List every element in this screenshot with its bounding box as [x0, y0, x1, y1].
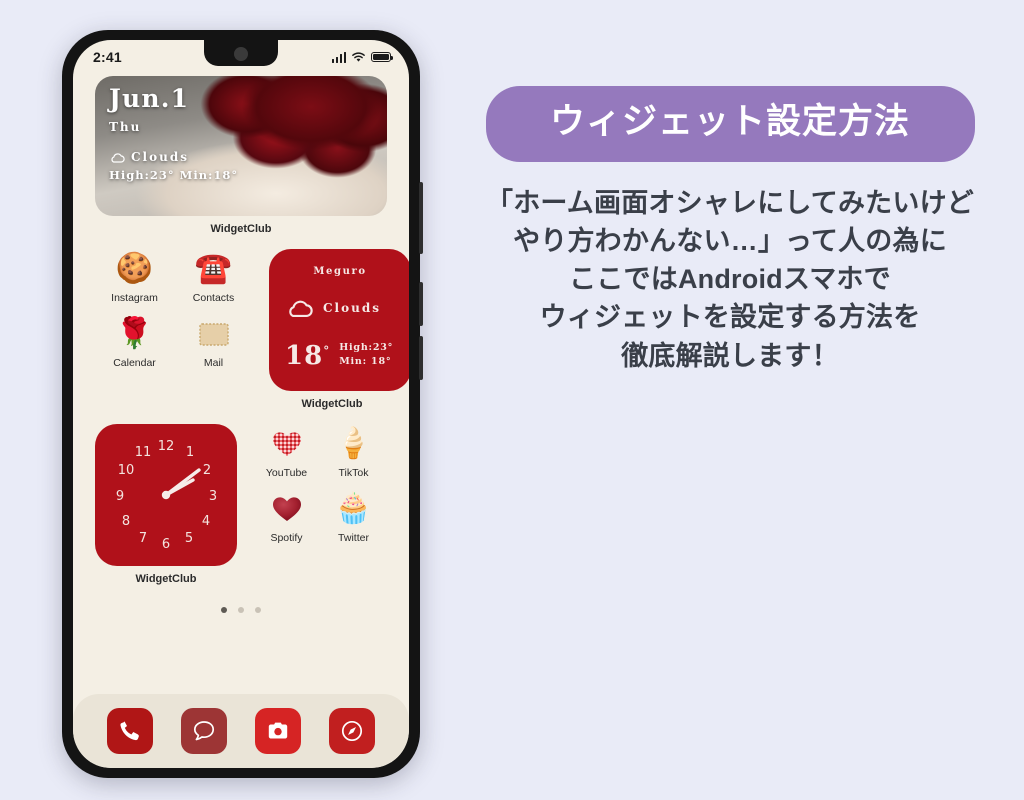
speech-bubble-icon	[193, 721, 215, 741]
description-line-5: 徹底解説します！	[621, 340, 839, 371]
weather-widget-condition: Clouds	[323, 301, 381, 315]
app-icon-calendar[interactable]: 🌹 Calendar	[95, 314, 174, 369]
info-panel: ウィジェット設定方法 「ホーム画面オシャレにしてみたいけど やり方わかんない…」…	[452, 30, 1008, 375]
weather-widget[interactable]: Meguro Clouds 18° High:23° Min: 18°	[269, 249, 409, 391]
status-bar-time: 2:41	[93, 49, 122, 65]
gingham-heart-icon	[253, 424, 320, 464]
badge-title: ウィジェット設定方法	[549, 102, 910, 141]
app-icons-group-top: 🍪 Instagram ☎️ Contacts 🌹 Calendar Mail	[95, 249, 253, 410]
photo-widget-weekday: Thu	[109, 120, 142, 134]
cloud-icon	[111, 152, 125, 163]
app-label-spotify: Spotify	[270, 532, 303, 544]
page-dot-2[interactable]	[238, 607, 244, 613]
compass-icon	[341, 720, 363, 742]
svg-text:11: 11	[135, 445, 152, 460]
svg-text:3: 3	[209, 489, 217, 504]
phone-screen: 2:41 Jun.1 Thu Clouds High:23° Min:18° W…	[73, 40, 409, 768]
svg-text:10: 10	[118, 463, 135, 478]
envelope-icon	[174, 314, 253, 354]
description-line-3: ここではAndroidスマホで	[569, 264, 891, 295]
home-screen: Jun.1 Thu Clouds High:23° Min:18° Widget…	[73, 70, 409, 613]
weather-widget-high-low: High:23° Min: 18°	[339, 341, 393, 369]
photo-widget-condition: Clouds	[131, 150, 189, 164]
description-line-2: やり方わかんない…」って人の為に	[513, 225, 947, 256]
degree-symbol: °	[323, 343, 331, 358]
rose-icon: 🌹	[115, 317, 154, 350]
home-row-2: 12 1 2 3 4 5 6 7 8 9 10 11 WidgetClub Yo…	[95, 424, 387, 585]
phone-side-button-volume-down[interactable]	[419, 336, 423, 380]
app-label-contacts: Contacts	[192, 292, 235, 304]
ice-cream-cone-icon: 🍦	[334, 427, 373, 460]
clock-widget[interactable]: 12 1 2 3 4 5 6 7 8 9 10 11	[95, 424, 237, 566]
page-dot-3[interactable]	[255, 607, 261, 613]
dock-icon-phone[interactable]	[107, 708, 153, 754]
phone-mockup: 2:41 Jun.1 Thu Clouds High:23° Min:18° W…	[62, 30, 423, 778]
photo-widget-condition-row: Clouds	[109, 150, 238, 164]
dock-icon-browser[interactable]	[329, 708, 375, 754]
dock-icon-messages[interactable]	[181, 708, 227, 754]
signal-bars-icon	[331, 51, 346, 63]
app-icon-youtube[interactable]: YouTube	[253, 424, 320, 479]
photo-widget-overlay: Jun.1 Thu Clouds High:23° Min:18°	[109, 86, 238, 182]
app-label-tiktok: TikTok	[338, 467, 369, 479]
description-text: 「ホーム画面オシャレにしてみたいけど やり方わかんない…」って人の為に ここでは…	[452, 184, 1008, 376]
cupcake-icon: 🧁	[334, 492, 373, 525]
photo-widget-high-low: High:23° Min:18°	[109, 168, 239, 182]
wifi-icon	[352, 51, 365, 62]
svg-text:9: 9	[116, 489, 124, 504]
weather-widget-label: WidgetClub	[301, 398, 363, 410]
photo-widget-label: WidgetClub	[210, 223, 272, 235]
telephone-icon: ☎️	[194, 252, 233, 285]
phone-side-button-power[interactable]	[419, 182, 423, 254]
dock	[73, 694, 409, 768]
screenshot-root: 2:41 Jun.1 Thu Clouds High:23° Min:18° W…	[0, 0, 1024, 800]
app-icon-instagram[interactable]: 🍪 Instagram	[95, 249, 174, 304]
clock-widget-label: WidgetClub	[135, 573, 197, 585]
weather-widget-condition-row: Clouds	[285, 297, 399, 319]
svg-text:2: 2	[203, 463, 211, 478]
app-icon-spotify[interactable]: Spotify	[253, 489, 320, 544]
camera-icon	[268, 722, 288, 739]
title-badge: ウィジェット設定方法	[485, 86, 975, 162]
weather-widget-temperature: 18°	[285, 341, 331, 371]
red-heart-icon	[253, 489, 320, 529]
cloud-icon	[289, 300, 313, 317]
phone-handset-icon	[120, 721, 139, 741]
app-icon-mail[interactable]: Mail	[174, 314, 253, 369]
app-icon-twitter[interactable]: 🧁 Twitter	[320, 489, 387, 544]
svg-text:4: 4	[202, 514, 210, 529]
app-icon-contacts[interactable]: ☎️ Contacts	[174, 249, 253, 304]
weather-widget-city: Meguro	[313, 266, 367, 277]
app-label-mail: Mail	[203, 357, 224, 369]
dock-icon-camera[interactable]	[255, 708, 301, 754]
svg-text:7: 7	[139, 531, 147, 546]
photo-widget-date: Jun.1	[109, 84, 190, 113]
photo-weather-widget[interactable]: Jun.1 Thu Clouds High:23° Min:18°	[95, 76, 387, 216]
app-label-instagram: Instagram	[111, 292, 158, 304]
camera-notch	[204, 40, 278, 66]
phone-side-button-volume-up[interactable]	[419, 282, 423, 326]
description-line-1: 「ホーム画面オシャレにしてみたいけど	[486, 187, 974, 218]
svg-text:6: 6	[162, 537, 170, 552]
app-label-twitter: Twitter	[338, 532, 369, 544]
app-label-youtube: YouTube	[265, 467, 308, 479]
weather-widget-high: High:23°	[339, 342, 394, 354]
page-dot-1[interactable]	[221, 607, 227, 613]
svg-text:1: 1	[186, 445, 194, 460]
app-icons-group-bottom: YouTube 🍦 TikTok Spotify 🧁 Twitter	[253, 424, 387, 585]
heart-cookie-icon: 🍪	[115, 252, 154, 285]
battery-full-icon	[371, 51, 394, 63]
weather-widget-temps: 18° High:23° Min: 18°	[285, 341, 399, 369]
home-row-1: 🍪 Instagram ☎️ Contacts 🌹 Calendar Mail …	[95, 249, 409, 410]
weather-widget-min: Min: 18°	[339, 356, 392, 368]
page-indicator[interactable]	[95, 607, 387, 613]
analog-clock-face: 12 1 2 3 4 5 6 7 8 9 10 11	[116, 439, 217, 552]
app-label-calendar: Calendar	[113, 357, 156, 369]
status-bar-indicators	[331, 51, 394, 63]
svg-text:8: 8	[122, 514, 130, 529]
svg-text:12: 12	[158, 439, 175, 454]
description-line-4: ウィジェットを設定する方法を	[539, 302, 921, 333]
svg-text:5: 5	[185, 531, 193, 546]
app-icon-tiktok[interactable]: 🍦 TikTok	[320, 424, 387, 479]
